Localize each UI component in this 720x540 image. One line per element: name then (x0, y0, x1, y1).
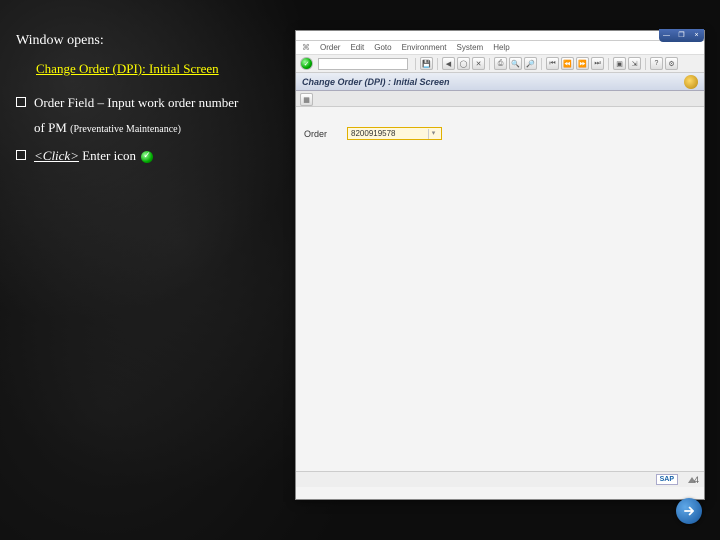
window-titlebar: — ❐ × (296, 31, 704, 41)
bullet-subtext: of PM (Preventative Maintenance) (34, 118, 286, 138)
find-next-button[interactable]: 🔎 (524, 57, 537, 70)
sap-window: — ❐ × ⌘ Order Edit Goto Environment Syst… (295, 30, 705, 500)
screen-title-bar: Change Order (DPI) : Initial Screen (296, 73, 704, 91)
next-page-button[interactable]: ⏩ (576, 57, 589, 70)
order-input[interactable]: 8200919578 ▾ (347, 127, 442, 140)
screen-body: Order 8200919578 ▾ SAP 4 (296, 107, 704, 487)
back-button[interactable]: ◀ (442, 57, 455, 70)
bullet-text: <Click> Enter icon (34, 146, 286, 166)
arrow-right-icon (682, 504, 696, 518)
next-slide-button[interactable] (676, 498, 702, 524)
click-text: <Click> (34, 148, 79, 163)
slide-number: 4 (694, 475, 699, 485)
search-help-icon[interactable]: ▾ (428, 129, 438, 139)
maximize-button[interactable]: ❐ (678, 32, 686, 40)
menu-system[interactable]: System (457, 43, 484, 52)
close-button[interactable]: × (693, 32, 701, 40)
header-button[interactable]: ▦ (300, 93, 313, 106)
checkbox-icon (16, 97, 26, 107)
menu-environment[interactable]: Environment (402, 43, 447, 52)
window-controls: — ❐ × (659, 29, 704, 42)
instruction-panel: Window opens: Change Order (DPI): Initia… (16, 30, 286, 171)
order-label: Order (304, 129, 327, 139)
menu-help[interactable]: Help (493, 43, 509, 52)
sub-prefix: of PM (34, 120, 70, 135)
new-session-button[interactable]: ▣ (613, 57, 626, 70)
bullet-text: Order Field – Input work order number (34, 93, 286, 113)
minimize-button[interactable]: — (663, 32, 671, 40)
sap-logo: SAP (656, 474, 678, 485)
help-button[interactable]: ? (650, 57, 663, 70)
toolbar-separator (608, 58, 609, 70)
order-field-row: Order 8200919578 ▾ (304, 127, 696, 140)
enter-icon (141, 151, 153, 163)
find-button[interactable]: 🔍 (509, 57, 522, 70)
save-button[interactable]: 💾 (420, 57, 433, 70)
cancel-button[interactable]: ✕ (472, 57, 485, 70)
menu-edit[interactable]: Edit (350, 43, 364, 52)
checkbox-icon (16, 150, 26, 160)
order-value: 8200919578 (351, 129, 396, 138)
window-opens-text: Window opens: (16, 30, 286, 51)
prev-page-button[interactable]: ⏪ (561, 57, 574, 70)
enter-icon-text: Enter icon (79, 148, 139, 163)
screen-title: Change Order (DPI) : Initial Screen (302, 77, 450, 87)
menu-order[interactable]: Order (320, 43, 340, 52)
status-bar: SAP (296, 471, 704, 487)
object-icon (684, 75, 698, 89)
first-page-button[interactable]: ⏮ (546, 57, 559, 70)
command-field[interactable] (318, 58, 408, 70)
last-page-button[interactable]: ⏭ (591, 57, 604, 70)
enter-button[interactable]: ✓ (300, 57, 313, 70)
bullet-item: <Click> Enter icon (16, 146, 286, 166)
toolbar-separator (645, 58, 646, 70)
toolbar-separator (415, 58, 416, 70)
layout-button[interactable]: ⚙ (665, 57, 678, 70)
shortcut-button[interactable]: ⇲ (628, 57, 641, 70)
toolbar-separator (541, 58, 542, 70)
menu-goto[interactable]: Goto (374, 43, 391, 52)
standard-toolbar: ✓ 💾 ◀ ◯ ✕ ⎙ 🔍 🔎 ⏮ ⏪ ⏩ ⏭ ▣ ⇲ ? ⚙ (296, 55, 704, 73)
toolbar-separator (489, 58, 490, 70)
bullet-item: Order Field – Input work order number (16, 93, 286, 113)
toolbar-separator (437, 58, 438, 70)
screen-title-text: Change Order (DPI): Initial Screen (36, 59, 286, 79)
exit-button[interactable]: ◯ (457, 57, 470, 70)
menu-bar: ⌘ Order Edit Goto Environment System Hel… (296, 41, 704, 55)
print-button[interactable]: ⎙ (494, 57, 507, 70)
sub-note: (Preventative Maintenance) (70, 124, 181, 135)
menu-indicator-icon: ⌘ (302, 43, 310, 52)
application-toolbar: ▦ (296, 91, 704, 107)
